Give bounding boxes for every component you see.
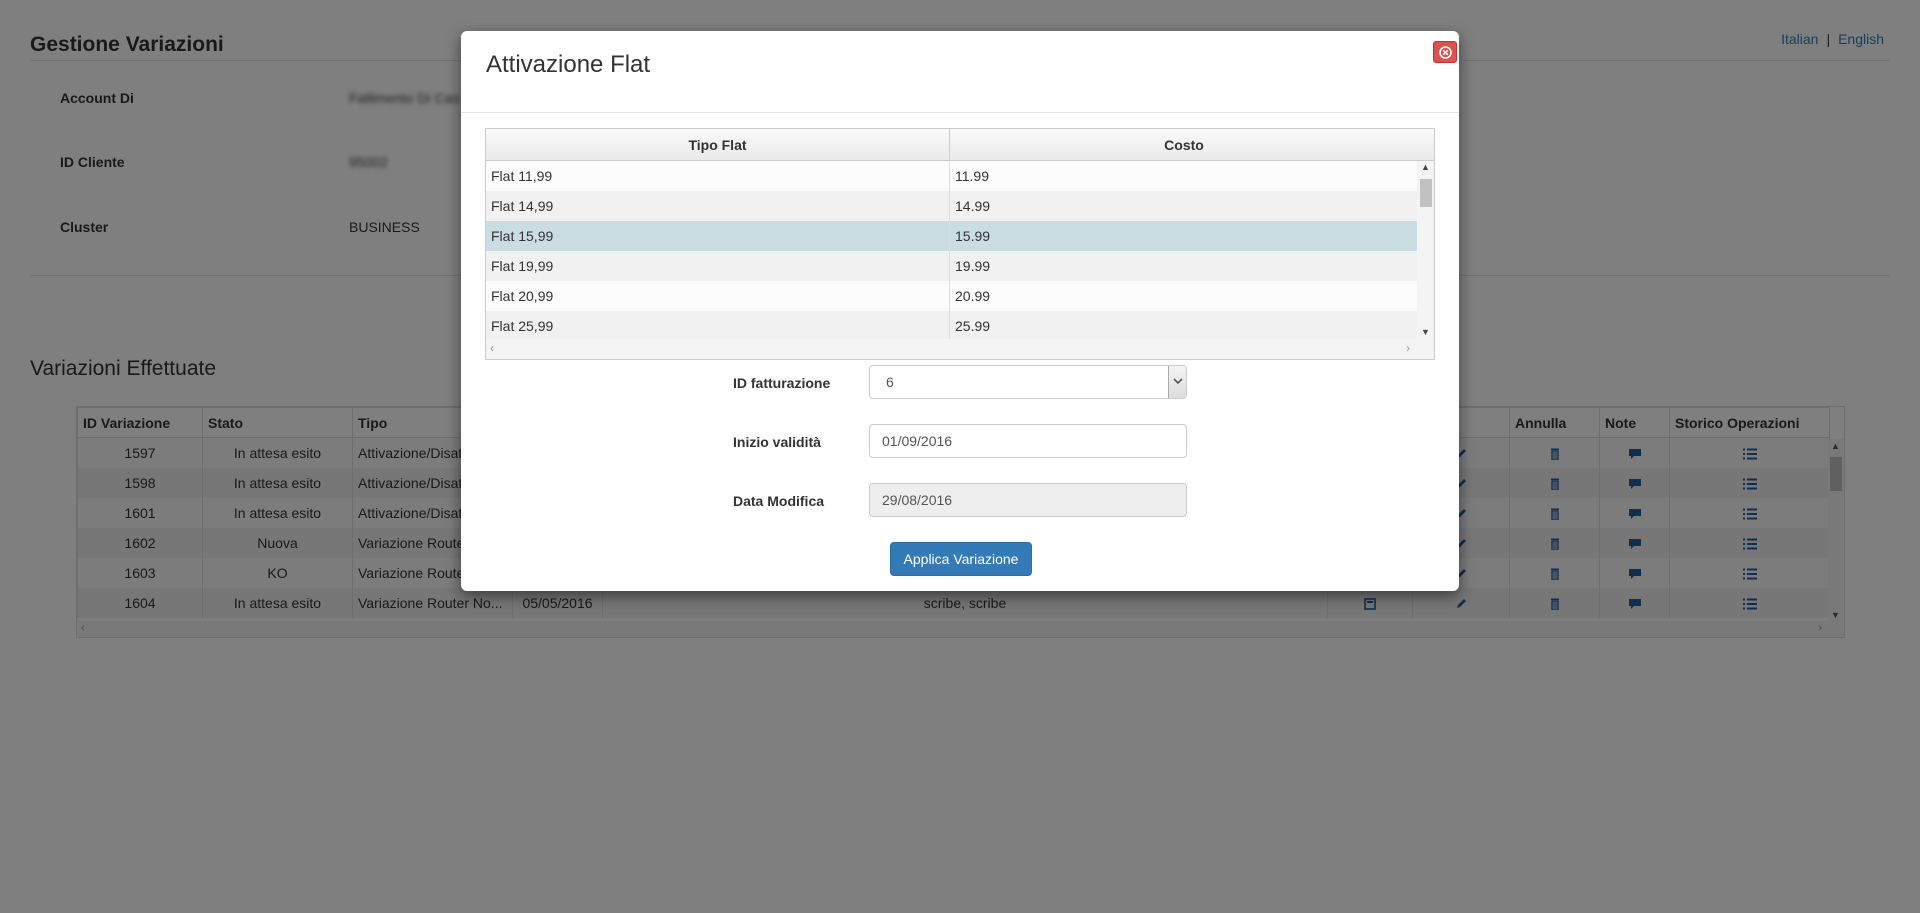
chevron-down-icon xyxy=(1173,378,1183,385)
tipo-flat-cell: Flat 25,99 xyxy=(486,311,950,339)
modal-title: Attivazione Flat xyxy=(486,51,651,78)
tipo-flat-cell: Flat 14,99 xyxy=(486,191,950,221)
grid-row[interactable]: Flat 25,99 25.99 xyxy=(486,311,1418,339)
grid-vertical-scrollbar[interactable]: ▲ ▼ xyxy=(1417,161,1434,339)
col-header-costo[interactable]: Costo xyxy=(950,129,1418,160)
grid-header: Tipo Flat Costo xyxy=(486,129,1434,161)
costo-cell: 25.99 xyxy=(955,318,991,334)
id-fatturazione-value: 6 xyxy=(886,374,894,390)
select-arrow[interactable] xyxy=(1168,366,1186,398)
costo-cell: 20.99 xyxy=(955,288,991,304)
grid-row[interactable]: Flat 20,99 20.99 xyxy=(486,281,1418,311)
grid-horizontal-scrollbar[interactable]: ‹ › xyxy=(486,339,1434,359)
scrollbar-thumb[interactable] xyxy=(1420,179,1432,207)
costo-cell: 11.99 xyxy=(955,168,989,184)
col-header-tipo-flat[interactable]: Tipo Flat xyxy=(486,129,950,160)
close-button[interactable] xyxy=(1433,41,1457,63)
tipo-flat-cell: Flat 15,99 xyxy=(486,221,950,251)
tipo-flat-cell: Flat 11,99 xyxy=(486,161,950,191)
data-modifica-input: 29/08/2016 xyxy=(869,483,1187,517)
costo-cell: 15.99 xyxy=(955,228,991,244)
tipo-flat-cell: Flat 20,99 xyxy=(486,281,950,311)
inizio-validita-input[interactable]: 01/09/2016 xyxy=(869,424,1187,458)
id-fatturazione-label: ID fatturazione xyxy=(733,375,831,391)
grid-body: Flat 11,99 11.99 Flat 14,99 14.99 Flat 15,99… xyxy=(486,161,1418,339)
modal-header: Attivazione Flat xyxy=(461,31,1459,113)
grid-row[interactable]: Flat 15,99 15.99 xyxy=(486,221,1418,251)
close-circle-icon xyxy=(1439,46,1452,59)
grid-row[interactable]: Flat 19,99 19.99 xyxy=(486,251,1418,281)
id-fatturazione-select[interactable]: 6 xyxy=(869,365,1187,399)
attivazione-flat-modal: Attivazione Flat Tipo Flat Costo Flat 11… xyxy=(461,31,1459,591)
flat-grid: Tipo Flat Costo Flat 11,99 11.99 Flat 14,9… xyxy=(485,128,1435,360)
scroll-up-icon[interactable]: ▲ xyxy=(1421,162,1430,172)
costo-cell: 19.99 xyxy=(955,258,991,274)
scroll-right-icon[interactable]: › xyxy=(1406,341,1410,355)
data-modifica-label: Data Modifica xyxy=(733,493,825,509)
costo-cell: 14.99 xyxy=(955,198,991,214)
grid-row[interactable]: Flat 11,99 11.99 xyxy=(486,161,1418,191)
tipo-flat-cell: Flat 19,99 xyxy=(486,251,950,281)
applica-variazione-button[interactable]: Applica Variazione xyxy=(890,542,1032,576)
scroll-down-icon[interactable]: ▼ xyxy=(1421,327,1430,337)
grid-row[interactable]: Flat 14,99 14.99 xyxy=(486,191,1418,221)
scroll-left-icon[interactable]: ‹ xyxy=(490,341,494,355)
inizio-validita-label: Inizio validità xyxy=(733,434,821,450)
